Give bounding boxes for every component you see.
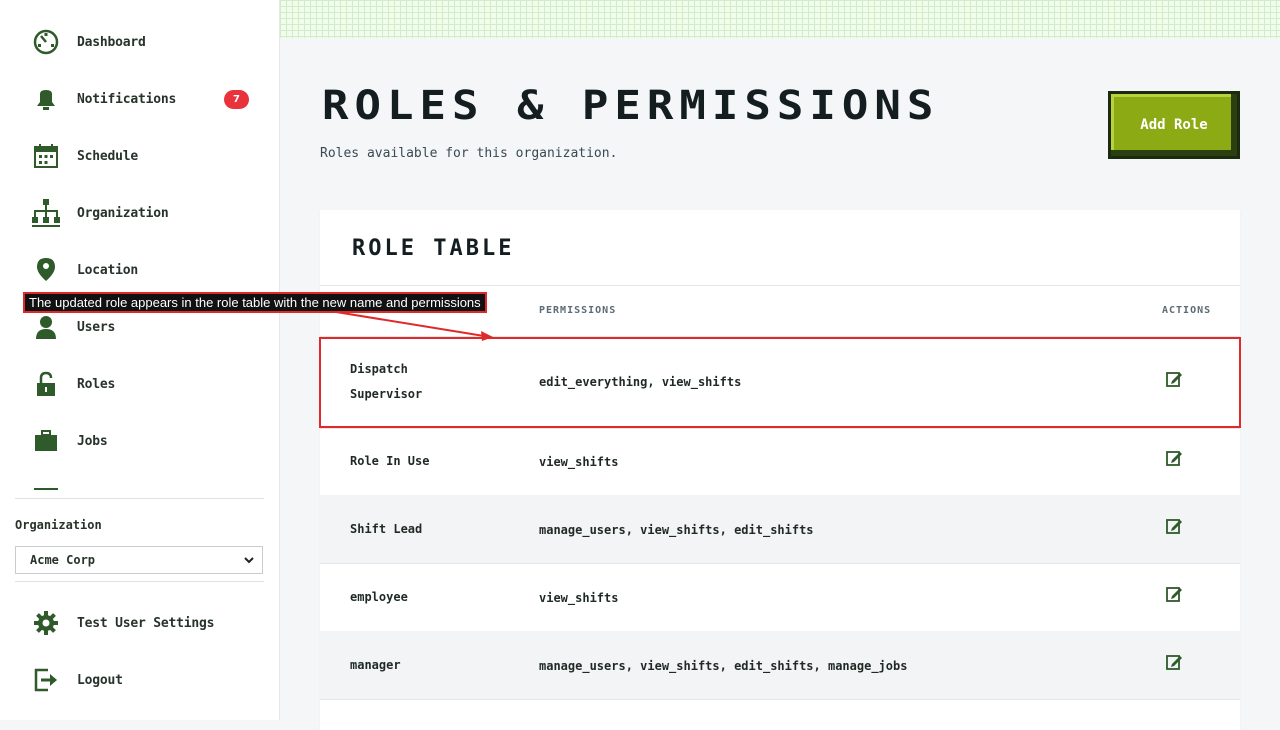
organization-label: Organization (15, 518, 102, 532)
column-header-permissions: PERMISSIONS (539, 305, 617, 316)
organization-select-value: Acme Corp (30, 553, 96, 567)
sidebar-item-label: Roles (77, 376, 116, 392)
edit-icon[interactable] (1165, 585, 1183, 603)
sidebar-item-label: Schedule (77, 148, 139, 164)
role-name: Shift Lead (350, 522, 423, 536)
sidebar-nav: Dashboard Notifications 7 Schedule Organ… (0, 0, 279, 492)
calendar-icon (30, 140, 62, 172)
notification-count-badge: 7 (224, 90, 249, 109)
divider (320, 285, 1240, 286)
table-row: Dispatch Supervisor edit_everything, vie… (320, 336, 1240, 429)
page-subtitle: Roles available for this organization. (320, 146, 618, 161)
sidebar-item-dashboard[interactable]: Dashboard (30, 22, 260, 62)
sidebar-item-location[interactable]: Location (30, 250, 260, 290)
gear-icon (30, 607, 62, 639)
sidebar-item-users[interactable]: Users (30, 307, 260, 347)
edit-icon[interactable] (1165, 653, 1183, 671)
sidebar-item-label: Logout (77, 672, 123, 688)
sidebar-overflow-indicator (34, 488, 58, 492)
org-chart-icon (30, 197, 62, 229)
edit-icon[interactable] (1165, 517, 1183, 535)
sidebar-item-organization[interactable]: Organization (30, 193, 260, 233)
user-icon (30, 311, 62, 343)
divider (15, 498, 264, 499)
map-pin-icon (30, 254, 62, 286)
table-row: manager manage_users, view_shifts, edit_… (320, 631, 1240, 700)
role-table-title: Role Table (352, 236, 515, 261)
unlock-icon (30, 368, 62, 400)
sidebar-item-label: Dashboard (77, 34, 146, 50)
decorative-grid-header (280, 0, 1280, 38)
logout-icon (30, 664, 62, 696)
edit-icon[interactable] (1165, 370, 1183, 388)
bell-icon (30, 83, 62, 115)
edit-icon[interactable] (1165, 449, 1183, 467)
page-title: Roles & Permissions (322, 82, 940, 129)
divider (15, 581, 264, 582)
organization-select[interactable]: Acme Corp (15, 546, 263, 574)
annotation-label: The updated role appears in the role tab… (23, 292, 487, 313)
sidebar-item-roles[interactable]: Roles (30, 364, 260, 404)
add-role-button[interactable]: Add Role (1108, 91, 1240, 159)
role-name: manager (350, 658, 401, 672)
column-header-actions: ACTIONS (1162, 305, 1212, 316)
role-name: Dispatch Supervisor (350, 362, 423, 401)
sidebar-item-schedule[interactable]: Schedule (30, 136, 260, 176)
role-permissions: view_shifts (539, 455, 619, 469)
briefcase-icon (30, 425, 62, 457)
sidebar-item-label: Test User Settings (77, 615, 215, 631)
role-name: employee (350, 590, 408, 604)
chevron-down-icon (243, 554, 255, 569)
role-permissions: manage_users, view_shifts, edit_shifts (539, 523, 814, 537)
table-row: Role In Use view_shifts (320, 427, 1240, 496)
sidebar-item-label: Organization (77, 205, 169, 221)
role-permissions: view_shifts (539, 591, 619, 605)
sidebar-item-jobs[interactable]: Jobs (30, 421, 260, 461)
table-row: Shift Lead manage_users, view_shifts, ed… (320, 495, 1240, 564)
sidebar-item-notifications[interactable]: Notifications 7 (30, 79, 260, 119)
sidebar-item-label: Users (77, 319, 116, 335)
role-name: Role In Use (350, 454, 430, 468)
dashboard-icon (30, 26, 62, 58)
role-permissions: manage_users, view_shifts, edit_shifts, … (539, 659, 908, 673)
sidebar-item-logout[interactable]: Logout (30, 660, 260, 700)
table-row: employee view_shifts (320, 563, 1240, 632)
sidebar-item-label: Location (77, 262, 139, 278)
sidebar-item-test-user-settings[interactable]: Test User Settings (30, 603, 260, 643)
sidebar: Dashboard Notifications 7 Schedule Organ… (0, 0, 280, 720)
sidebar-item-label: Notifications (77, 91, 177, 107)
role-table-card: Role Table Role PERMISSIONS ACTIONS Disp… (320, 210, 1240, 730)
sidebar-item-label: Jobs (77, 433, 108, 449)
role-permissions: edit_everything, view_shifts (539, 375, 742, 389)
